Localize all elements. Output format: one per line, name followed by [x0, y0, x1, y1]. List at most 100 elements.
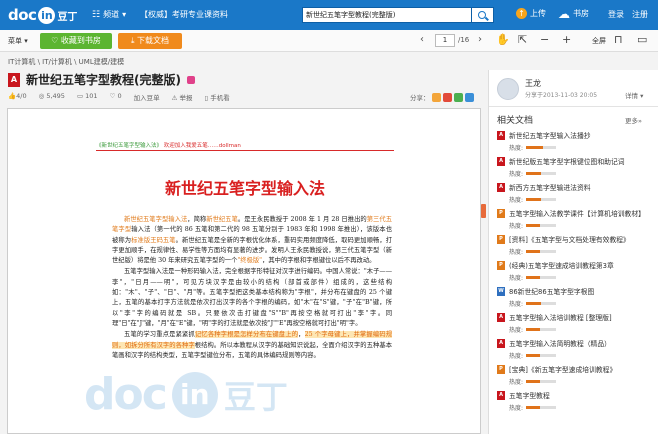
related-doc-title[interactable]: 新西方五笔字型输进法资料 [509, 182, 649, 192]
upload-label: 上传 [530, 9, 546, 18]
zoom-in-icon[interactable]: + [562, 33, 571, 46]
related-doc-title[interactable]: 86新世纪86五笔字型字根图 [509, 286, 649, 296]
share-bar: 分享： [410, 92, 474, 102]
heat-bar-fill [526, 250, 540, 253]
login-link[interactable]: 登录 [608, 9, 624, 20]
doc-title-row: A 新世纪五笔字型教程(完整版) [8, 71, 195, 88]
related-doc-title[interactable]: 五笔字型教程 [509, 390, 649, 400]
related-docs-title: 相关文档 [497, 116, 534, 126]
heat-bar [526, 146, 557, 149]
heat-label: 热度: [509, 249, 524, 256]
related-doc-title[interactable]: 新世纪版五笔字型字根键位图和助记词 [509, 156, 649, 166]
heat-bar-fill [526, 198, 542, 201]
page-header: 《新世纪五笔字型输入法》 欢迎加入我爱五笔……dollman [96, 143, 241, 149]
comment-icon[interactable]: ▭ [637, 33, 647, 46]
channel-label: 频道 [103, 10, 120, 19]
related-doc-item[interactable]: A 新西方五笔字型输进法资料 热度: [497, 182, 657, 204]
heat-bar [526, 406, 557, 409]
wechat-share-icon[interactable] [453, 92, 463, 102]
related-doc-item[interactable]: P [资料]《五笔字型与文档处理有效教程》 热度: [497, 234, 657, 256]
favorite-button[interactable]: ♡ 收藏到书房 [40, 33, 112, 49]
bookmark-icon[interactable]: ⊓ [614, 33, 623, 46]
docin-logo[interactable]: doc in 豆丁 [8, 5, 77, 25]
detail-link[interactable]: 详情 ▾ [625, 90, 643, 100]
share-label: 分享： [410, 94, 430, 102]
download-button[interactable]: ⤓ 下载文档 [118, 33, 182, 49]
comment-count[interactable]: ▭ 101 [77, 92, 98, 102]
pdf-file-icon: A [497, 338, 505, 348]
doc-meta: 👍4/0 ◎ 5,495 ▭ 101 ♡ 0 加入豆单 ⚠ 举报 ▯ 手机看 [8, 92, 230, 102]
promo-link[interactable]: 【权威】考研专业课资料 [140, 9, 228, 20]
upload-button[interactable]: ↑ 上传 [516, 8, 546, 19]
related-doc-item[interactable]: A 五笔字型输入法简明教程（精品） 热度: [497, 338, 657, 360]
heat-label: 热度: [509, 275, 524, 282]
related-doc-title[interactable]: [资料]《五笔字型与文档处理有效教程》 [509, 234, 649, 244]
breadcrumb[interactable]: IT计算机 \ IT/计算机 \ UML建模/建模 [8, 57, 124, 67]
related-doc-title[interactable]: 五笔字型输入法简明教程（精品） [509, 338, 649, 348]
page-number-input[interactable]: 1 [435, 34, 455, 47]
prev-page-button[interactable]: ‹ [420, 34, 424, 45]
related-doc-item[interactable]: W 86新世纪86五笔字型字根图 热度: [497, 286, 657, 308]
heat-label: 热度: [509, 197, 524, 204]
right-sidebar: 王龙 分享于2013-11-03 20:05 详情 ▾ 相关文档 更多» A 新世… [488, 70, 658, 434]
channel-menu[interactable]: ☷ 频道 ▾ [92, 9, 126, 20]
weibo-share-icon[interactable] [442, 92, 452, 102]
pdf-file-icon: A [497, 182, 505, 192]
qzone-share-icon[interactable] [431, 92, 441, 102]
doc-body: 新世纪五笔字型输入法，简称新世纪五笔。是王永民教授于 2008 年 1 月 28… [112, 215, 393, 362]
phone-read-link[interactable]: ▯ 手机看 [205, 92, 230, 102]
shelf-label: 书房 [573, 9, 589, 18]
related-doc-title[interactable]: [宝典]《新五笔字型速成培训教程》 [509, 364, 649, 374]
hand-tool-icon[interactable]: ✋ [496, 33, 510, 46]
next-page-button[interactable]: › [478, 34, 482, 45]
avatar[interactable] [497, 78, 519, 100]
heat-label: 热度: [509, 223, 524, 230]
top-bar: doc in 豆丁 ☷ 频道 ▾ 【权威】考研专业课资料 新世纪五笔字型教程(完… [0, 0, 658, 30]
related-doc-title[interactable]: 五笔字型输入法教学课件【计算机培训教材】 [509, 208, 649, 218]
related-doc-item[interactable]: P (经典)五笔字型速成培训教程第3章 热度: [497, 260, 657, 282]
cloud-icon: ☁ [558, 6, 570, 21]
related-doc-title[interactable]: (经典)五笔字型速成培训教程第3章 [509, 260, 649, 270]
menu-button[interactable]: 菜单 ▾ [8, 36, 28, 46]
related-doc-item[interactable]: P [宝典]《新五笔字型速成培训教程》 热度: [497, 364, 657, 386]
related-doc-item[interactable]: A 新世纪版五笔字型字根键位图和助记词 热度: [497, 156, 657, 178]
related-doc-item[interactable]: A 新世纪五笔字型输入法播抄 热度: [497, 130, 657, 152]
search-button[interactable] [472, 7, 494, 23]
related-doc-item[interactable]: P 五笔字型输入法教学课件【计算机培训教材】 热度: [497, 208, 657, 230]
heat-label: 热度: [509, 379, 524, 386]
page-title: 新世纪五笔字型教程(完整版) [26, 73, 181, 87]
uploader-name[interactable]: 王龙 [525, 78, 541, 89]
heat-bar [526, 354, 557, 357]
fullscreen-button[interactable]: 全屏 [592, 36, 606, 46]
heat-label: 热度: [509, 353, 524, 360]
report-link[interactable]: ⚠ 举报 [172, 92, 193, 102]
select-tool-icon[interactable]: ⇱ [518, 33, 527, 46]
add-shelf-link[interactable]: 加入豆单 [134, 92, 160, 102]
heat-bar [526, 302, 557, 305]
heat-bar-fill [526, 276, 540, 279]
pdf-file-icon: A [497, 130, 505, 140]
related-doc-item[interactable]: A 五笔字型教程 热度: [497, 390, 657, 412]
shelf-button[interactable]: ☁ 书房 [558, 6, 589, 21]
sidebar-toggle-handle[interactable] [481, 204, 486, 218]
heat-label: 热度: [509, 301, 524, 308]
related-doc-title[interactable]: 新世纪五笔字型输入法播抄 [509, 130, 649, 140]
zoom-out-icon[interactable]: − [540, 33, 549, 46]
tencent-share-icon[interactable] [464, 92, 474, 102]
docin-watermark: doc in 豆丁 [84, 369, 288, 420]
search-input[interactable]: 新世纪五笔字型教程(完整版) [302, 7, 472, 23]
favorite-count: ♡ 0 [109, 92, 122, 100]
related-doc-title[interactable]: 五笔字型输入法培训教程 [整理版] [509, 312, 649, 322]
pdf-icon: A [8, 72, 20, 87]
related-more-link[interactable]: 更多» [625, 115, 642, 125]
heat-bar [526, 276, 557, 279]
related-doc-item[interactable]: A 五笔字型输入法培训教程 [整理版] 热度: [497, 312, 657, 334]
heat-bar-fill [526, 380, 540, 383]
like-count[interactable]: 👍4/0 [8, 92, 27, 102]
heat-bar-fill [526, 224, 540, 227]
heat-bar-fill [526, 302, 542, 305]
heat-bar [526, 198, 557, 201]
pdf-file-icon: A [497, 312, 505, 322]
register-link[interactable]: 注册 [632, 9, 648, 20]
heat-label: 热度: [509, 405, 524, 412]
